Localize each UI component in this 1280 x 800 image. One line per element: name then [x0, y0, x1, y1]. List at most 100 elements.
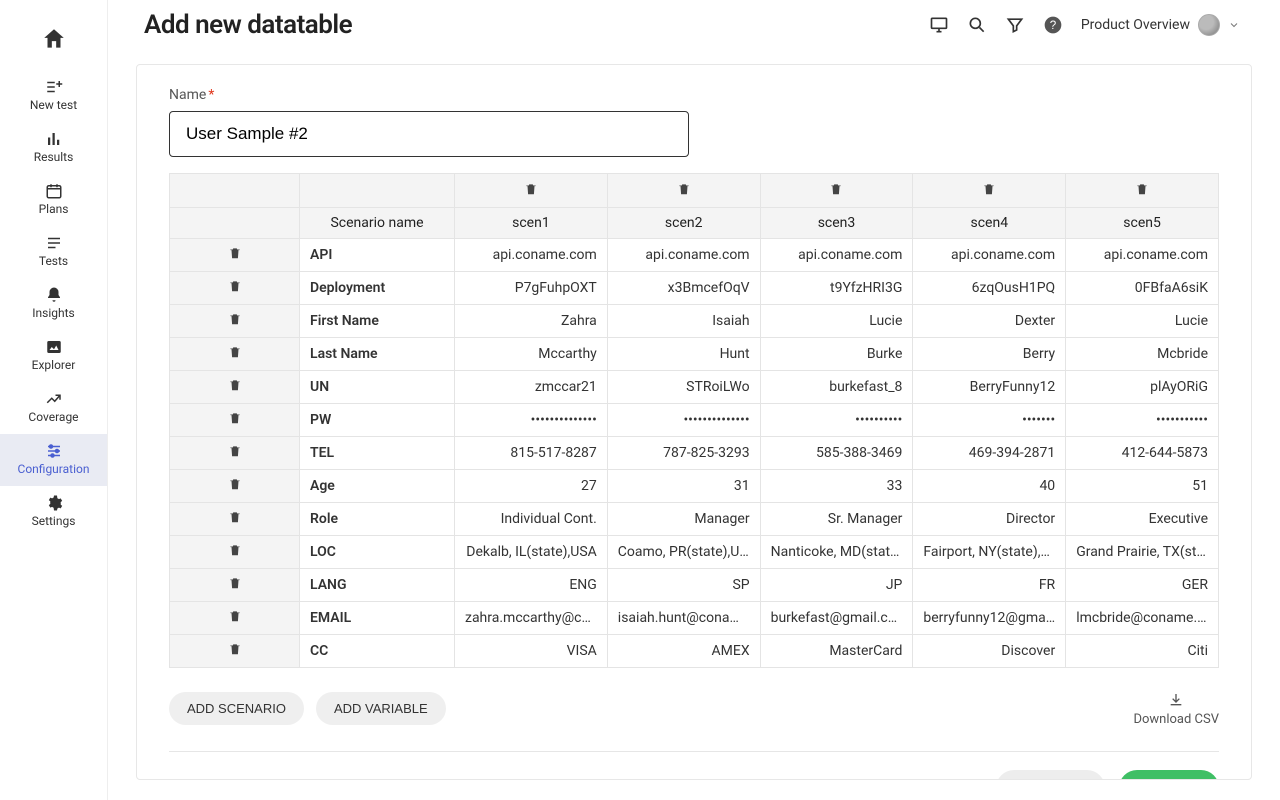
cell[interactable]: JP: [760, 569, 913, 602]
cell[interactable]: Berry: [913, 338, 1066, 371]
sidebar-item-settings[interactable]: Settings: [0, 486, 107, 538]
cell[interactable]: Mcbride: [1066, 338, 1219, 371]
cell[interactable]: 33: [760, 470, 913, 503]
trash-icon[interactable]: [228, 279, 242, 293]
cell[interactable]: Executive: [1066, 503, 1219, 536]
row-label[interactable]: UN: [300, 371, 455, 404]
row-label[interactable]: API: [300, 239, 455, 272]
cell[interactable]: 27: [455, 470, 608, 503]
cell[interactable]: Discover: [913, 635, 1066, 668]
cell[interactable]: 31: [607, 470, 760, 503]
trash-icon[interactable]: [677, 182, 691, 196]
add-scenario-button[interactable]: ADD SCENARIO: [169, 692, 304, 725]
cell[interactable]: lmcbride@coname.co: [1066, 602, 1219, 635]
row-label[interactable]: Age: [300, 470, 455, 503]
cell[interactable]: 40: [913, 470, 1066, 503]
trash-icon[interactable]: [228, 543, 242, 557]
cell[interactable]: 585-388-3469: [760, 437, 913, 470]
sidebar-item-coverage[interactable]: Coverage: [0, 382, 107, 434]
sidebar-item-new-test[interactable]: New test: [0, 70, 107, 122]
cell[interactable]: P7gFuhpOXT: [455, 272, 608, 305]
row-label[interactable]: LANG: [300, 569, 455, 602]
sidebar-item-configuration[interactable]: Configuration: [0, 434, 107, 486]
cell[interactable]: Burke: [760, 338, 913, 371]
trash-icon[interactable]: [228, 312, 242, 326]
trash-icon[interactable]: [228, 510, 242, 524]
trash-icon[interactable]: [228, 609, 242, 623]
cell[interactable]: api.coname.com: [1066, 239, 1219, 272]
row-label[interactable]: TEL: [300, 437, 455, 470]
sidebar-item-home[interactable]: [0, 18, 107, 64]
cell[interactable]: x3BmcefOqV: [607, 272, 760, 305]
trash-icon[interactable]: [228, 576, 242, 590]
cell[interactable]: Mccarthy: [455, 338, 608, 371]
cell[interactable]: •••••••: [913, 404, 1066, 437]
add-variable-button[interactable]: ADD VARIABLE: [316, 692, 446, 725]
row-label[interactable]: LOC: [300, 536, 455, 569]
trash-icon[interactable]: [228, 477, 242, 491]
cell[interactable]: FR: [913, 569, 1066, 602]
sidebar-item-results[interactable]: Results: [0, 122, 107, 174]
scenario-header[interactable]: scen2: [607, 208, 760, 239]
trash-icon[interactable]: [982, 182, 996, 196]
row-label[interactable]: CC: [300, 635, 455, 668]
cell[interactable]: VISA: [455, 635, 608, 668]
cancel-button[interactable]: CANCEL: [996, 770, 1105, 780]
cell[interactable]: 469-394-2871: [913, 437, 1066, 470]
cell[interactable]: Zahra: [455, 305, 608, 338]
search-icon[interactable]: [967, 15, 987, 35]
cell[interactable]: Lucie: [760, 305, 913, 338]
workspace-switcher[interactable]: Product Overview: [1081, 14, 1240, 36]
cell[interactable]: isaiah.hunt@coname.co: [607, 602, 760, 635]
cell[interactable]: api.coname.com: [455, 239, 608, 272]
download-csv-button[interactable]: Download CSV: [1133, 692, 1219, 727]
cell[interactable]: zmccar21: [455, 371, 608, 404]
cell[interactable]: ENG: [455, 569, 608, 602]
cell[interactable]: Isaiah: [607, 305, 760, 338]
sidebar-item-insights[interactable]: Insights: [0, 278, 107, 330]
name-input[interactable]: [169, 111, 689, 157]
filter-icon[interactable]: [1005, 15, 1025, 35]
cell[interactable]: t9YfzHRI3G: [760, 272, 913, 305]
trash-icon[interactable]: [228, 345, 242, 359]
cell[interactable]: Individual Cont.: [455, 503, 608, 536]
row-label[interactable]: EMAIL: [300, 602, 455, 635]
row-label[interactable]: Last Name: [300, 338, 455, 371]
cell[interactable]: 51: [1066, 470, 1219, 503]
scenario-header[interactable]: scen1: [455, 208, 608, 239]
cell[interactable]: 787-825-3293: [607, 437, 760, 470]
cell[interactable]: ••••••••••••••: [607, 404, 760, 437]
row-label[interactable]: PW: [300, 404, 455, 437]
cell[interactable]: Coamo, PR(state),USA: [607, 536, 760, 569]
cell[interactable]: Sr. Manager: [760, 503, 913, 536]
monitor-icon[interactable]: [929, 15, 949, 35]
trash-icon[interactable]: [829, 182, 843, 196]
cell[interactable]: SP: [607, 569, 760, 602]
cell[interactable]: BerryFunny12: [913, 371, 1066, 404]
cell[interactable]: Citi: [1066, 635, 1219, 668]
trash-icon[interactable]: [228, 378, 242, 392]
cell[interactable]: MasterCard: [760, 635, 913, 668]
cell[interactable]: ••••••••••: [760, 404, 913, 437]
cell[interactable]: •••••••••••: [1066, 404, 1219, 437]
cell[interactable]: Director: [913, 503, 1066, 536]
trash-icon[interactable]: [524, 182, 538, 196]
cell[interactable]: Grand Prairie, TX(state),USA: [1066, 536, 1219, 569]
cell[interactable]: Fairport, NY(state),USA: [913, 536, 1066, 569]
scenario-header[interactable]: scen3: [760, 208, 913, 239]
row-label[interactable]: First Name: [300, 305, 455, 338]
cell[interactable]: Dexter: [913, 305, 1066, 338]
cell[interactable]: Dekalb, IL(state),USA: [455, 536, 608, 569]
trash-icon[interactable]: [228, 246, 242, 260]
row-label[interactable]: Deployment: [300, 272, 455, 305]
cell[interactable]: api.coname.com: [913, 239, 1066, 272]
sidebar-item-tests[interactable]: Tests: [0, 226, 107, 278]
cell[interactable]: GER: [1066, 569, 1219, 602]
cell[interactable]: Manager: [607, 503, 760, 536]
cell[interactable]: 815-517-8287: [455, 437, 608, 470]
save-button[interactable]: SAVE: [1119, 770, 1219, 780]
trash-icon[interactable]: [228, 444, 242, 458]
cell[interactable]: berryfunny12@gmai.com: [913, 602, 1066, 635]
cell[interactable]: zahra.mccarthy@coname.co: [455, 602, 608, 635]
scenario-header[interactable]: scen5: [1066, 208, 1219, 239]
